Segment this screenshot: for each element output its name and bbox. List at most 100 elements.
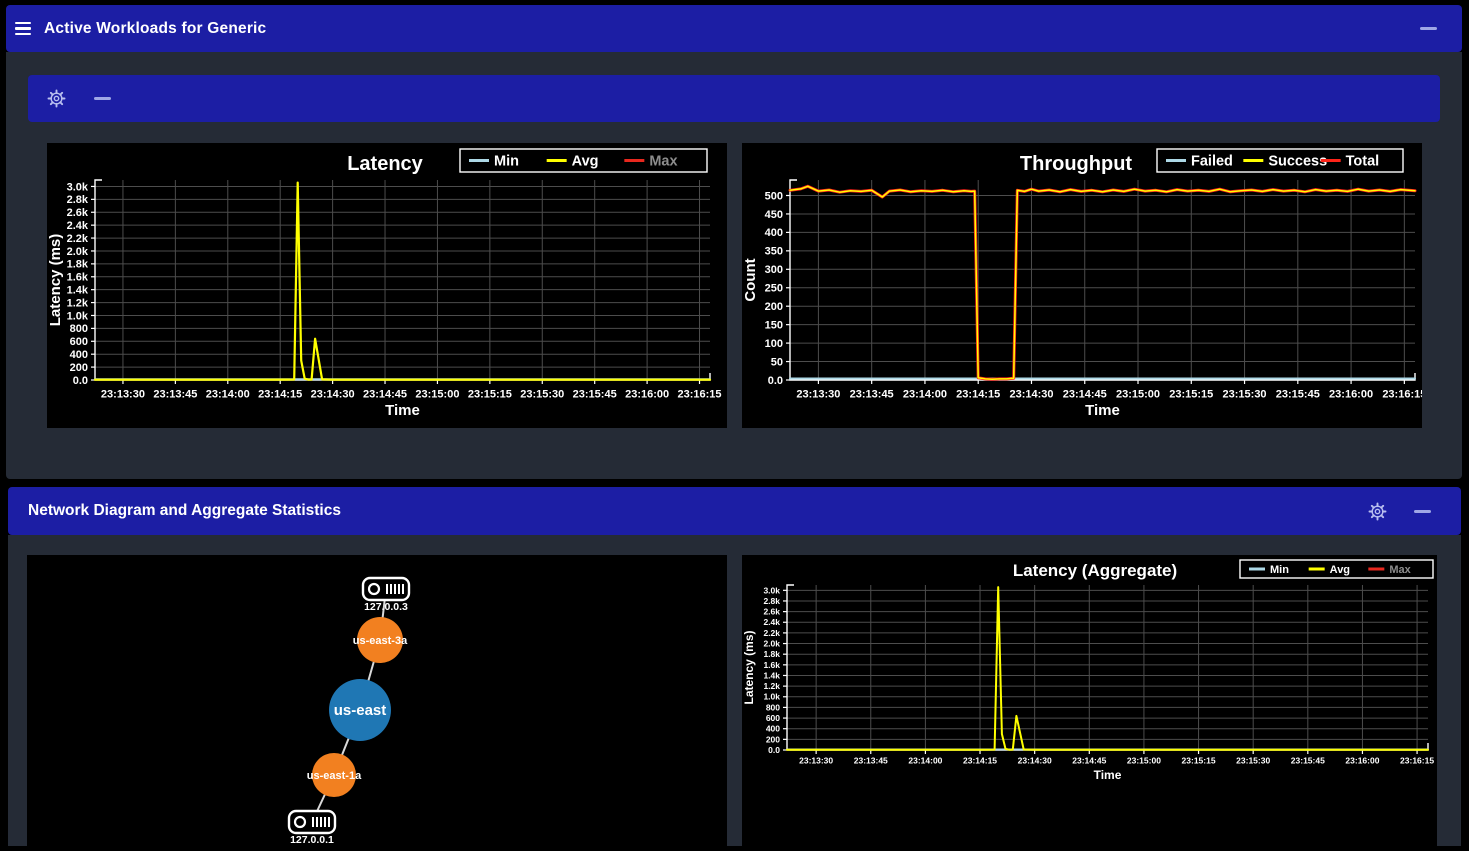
y-tick-label: 800: [766, 702, 780, 712]
y-tick-label: 0.0: [768, 375, 783, 387]
x-tick-label: 23:16:00: [625, 388, 669, 400]
y-tick-label: 2.8k: [763, 596, 780, 606]
y-tick-label: 400: [70, 349, 88, 361]
y-tick-label: 600: [70, 336, 88, 348]
x-tick-label: 23:15:30: [1236, 755, 1270, 765]
panel-minimize-button[interactable]: [94, 97, 111, 100]
network-section: 127.0.0.3 us-east-3a us-east us-east-1a 127.…: [8, 535, 1461, 846]
window-title: Active Workloads for Generic: [44, 20, 266, 38]
x-tick-label: 23:14:45: [363, 388, 407, 400]
window-titlebar: Active Workloads for Generic: [6, 5, 1462, 52]
gear-icon: [1367, 501, 1388, 522]
y-tick-label: 400: [765, 227, 783, 239]
settings-gear-button[interactable]: [46, 88, 67, 109]
series-total: [790, 186, 1415, 379]
aggregate-latency-chart: 23:13:3023:13:4523:14:0023:14:1523:14:30…: [742, 555, 1437, 846]
y-tick-label: 200: [70, 362, 88, 374]
x-tick-label: 23:14:15: [258, 388, 302, 400]
y-axis-title: Latency (ms): [47, 234, 64, 327]
y-tick-label: 0.0: [73, 375, 88, 387]
y-tick-label: 200: [765, 301, 783, 313]
legend-label-min: Min: [1270, 564, 1289, 576]
section-settings-gear-button[interactable]: [1367, 501, 1388, 522]
legend-label-failed: Failed: [1191, 154, 1233, 170]
y-tick-label: 2.0k: [763, 639, 780, 649]
x-tick-label: 23:14:00: [903, 388, 947, 400]
y-tick-label: 50: [771, 356, 783, 368]
chart-title: Throughput: [1020, 153, 1133, 175]
y-tick-label: 400: [766, 724, 780, 734]
x-tick-label: 23:14:30: [1009, 388, 1053, 400]
network-node-127.0.0.3[interactable]: 127.0.0.3: [363, 578, 409, 613]
x-tick-label: 23:15:45: [573, 388, 617, 400]
legend-label-max: Max: [649, 154, 677, 170]
y-tick-label: 1.0k: [763, 692, 780, 702]
x-tick-label: 23:15:45: [1276, 388, 1320, 400]
y-tick-label: 1.2k: [763, 681, 780, 691]
section-minimize-button[interactable]: [1414, 510, 1431, 513]
x-tick-label: 23:15:30: [1223, 388, 1267, 400]
y-tick-label: 300: [765, 264, 783, 276]
x-tick-label: 23:14:45: [1063, 388, 1107, 400]
x-tick-label: 23:13:45: [850, 388, 894, 400]
y-tick-label: 500: [765, 190, 783, 202]
y-tick-label: 1.8k: [67, 259, 89, 271]
y-tick-label: 600: [766, 713, 780, 723]
legend-label-min: Min: [494, 154, 519, 170]
y-tick-label: 2.4k: [67, 220, 89, 232]
x-tick-label: 23:15:45: [1291, 755, 1325, 765]
y-tick-label: 450: [765, 209, 783, 221]
latency-chart-card: 23:13:3023:13:4523:14:0023:14:1523:14:30…: [47, 143, 727, 428]
network-node-us-east-3a[interactable]: us-east-3a: [353, 617, 408, 663]
series-success: [790, 186, 1415, 379]
y-tick-label: 100: [765, 338, 783, 350]
x-tick-label: 23:15:00: [415, 388, 459, 400]
y-tick-label: 2.6k: [67, 207, 89, 219]
legend-label-total: Total: [1346, 154, 1380, 170]
y-tick-label: 3.0k: [67, 181, 89, 193]
x-tick-label: 23:13:45: [153, 388, 197, 400]
network-node-us-east[interactable]: us-east: [329, 679, 391, 741]
y-tick-label: 2.4k: [763, 617, 780, 627]
y-tick-label: 2.2k: [67, 233, 89, 245]
node-label: us-east-3a: [353, 635, 408, 647]
x-tick-label: 23:16:15: [1382, 388, 1422, 400]
y-tick-label: 200: [766, 734, 780, 744]
y-tick-label: 800: [70, 323, 88, 335]
section-title: Network Diagram and Aggregate Statistics: [28, 502, 341, 520]
x-tick-label: 23:14:30: [1018, 755, 1052, 765]
node-label: us-east: [334, 702, 387, 719]
hamburger-menu-icon[interactable]: [13, 20, 33, 37]
network-diagram-card: 127.0.0.3 us-east-3a us-east us-east-1a 127.…: [27, 555, 727, 846]
x-tick-label: 23:13:30: [796, 388, 840, 400]
throughput-chart-card: 23:13:30 23:13:45 23:14:00 23:14:15 23:14:30…: [742, 143, 1422, 428]
x-axis-title: Time: [1094, 768, 1122, 782]
x-tick-label: 23:15:30: [520, 388, 564, 400]
y-tick-label: 2.8k: [67, 194, 89, 206]
x-tick-label: 23:14:15: [956, 388, 1000, 400]
x-tick-label: 23:13:30: [101, 388, 145, 400]
y-tick-label: 3.0k: [763, 585, 780, 595]
workloads-section: 23:13:30 23:13:45 23:14:00 23:14:15 23:14:30…: [6, 52, 1462, 479]
throughput-chart: 23:13:30 23:13:45 23:14:00 23:14:15 23:14:30…: [742, 143, 1422, 428]
x-tick-label: 23:16:15: [1400, 755, 1434, 765]
chart-title: Latency (Aggregate): [1013, 561, 1177, 580]
network-node-us-east-1a[interactable]: us-east-1a: [307, 753, 362, 797]
x-axis-title: Time: [1085, 402, 1120, 419]
x-tick-label: 23:13:30: [799, 755, 833, 765]
x-tick-label: 23:14:15: [963, 755, 997, 765]
y-tick-label: 2.2k: [763, 628, 780, 638]
y-tick-label: 1.4k: [67, 285, 89, 297]
y-tick-label: 2.6k: [763, 607, 780, 617]
x-tick-label: 23:14:00: [908, 755, 942, 765]
x-tick-label: 23:15:15: [468, 388, 512, 400]
y-tick-label: 1.8k: [763, 649, 780, 659]
window-minimize-button[interactable]: [1420, 27, 1437, 30]
legend-label-avg: Avg: [1330, 564, 1350, 576]
x-tick-label: 23:16:00: [1329, 388, 1373, 400]
y-tick-label: 0.0: [768, 745, 780, 755]
axes: [790, 180, 1415, 380]
network-node-127.0.0.1[interactable]: 127.0.0.1: [289, 811, 335, 846]
x-tick-label: 23:14:45: [1072, 755, 1106, 765]
axes: [95, 180, 710, 380]
